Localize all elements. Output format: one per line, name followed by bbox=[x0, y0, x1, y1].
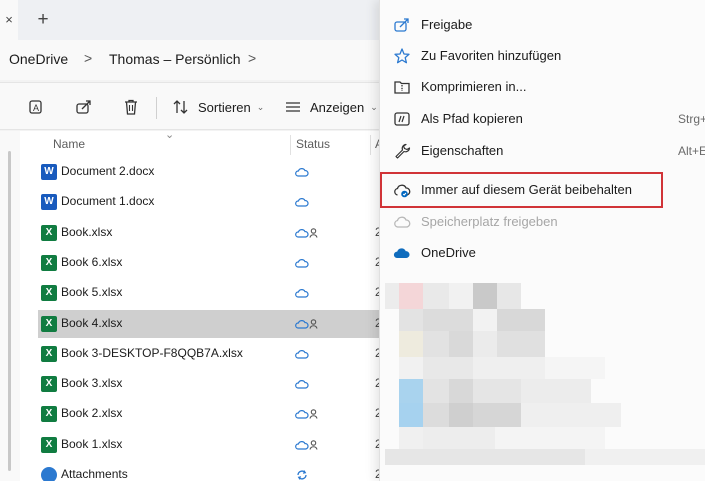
shortcut-text: Alt+E bbox=[678, 144, 705, 158]
cloud-status-icon bbox=[295, 409, 318, 420]
close-tab-button[interactable]: × bbox=[0, 10, 18, 30]
breadcrumb-folder[interactable]: Thomas – Persönlich bbox=[109, 51, 241, 67]
rename-button[interactable]: A bbox=[27, 95, 45, 119]
table-row[interactable]: XBook 2.xlsx2 bbox=[38, 400, 382, 428]
chevron-right-icon[interactable]: > bbox=[248, 50, 256, 66]
cloud-status-icon bbox=[295, 289, 309, 298]
file-name: Book 6.xlsx bbox=[61, 254, 123, 269]
excel-file-icon: X bbox=[41, 345, 57, 362]
cloud-status-icon bbox=[295, 227, 318, 238]
file-name: Attachments bbox=[61, 467, 128, 481]
divider bbox=[156, 97, 157, 119]
table-row[interactable]: XBook 3-DESKTOP-F8QQB7A.xlsx2 bbox=[38, 340, 382, 368]
view-list-icon bbox=[286, 102, 300, 112]
svg-text:A: A bbox=[33, 103, 39, 113]
cloud-status-icon bbox=[295, 198, 309, 207]
file-name: Document 2.docx bbox=[61, 164, 155, 178]
column-header-status[interactable]: Status bbox=[296, 131, 330, 157]
menu-item-add-favorite[interactable]: Zu Favoriten hinzufügen bbox=[380, 41, 705, 71]
menu-item-always-keep[interactable]: Immer auf diesem Gerät beibehalten bbox=[380, 175, 705, 205]
excel-file-icon: X bbox=[41, 285, 57, 302]
cloud-status-icon bbox=[295, 439, 318, 450]
copy-path-icon bbox=[394, 112, 410, 126]
shortcut-text: Strg+ bbox=[678, 112, 705, 126]
menu-item-onedrive[interactable]: OneDrive bbox=[380, 238, 705, 268]
share-button[interactable] bbox=[75, 95, 93, 119]
file-name: Book 3-DESKTOP-F8QQB7A.xlsx bbox=[61, 345, 243, 360]
table-row[interactable]: W Document 2.docx bbox=[38, 158, 380, 186]
cloud-status-icon bbox=[295, 258, 309, 268]
share-icon bbox=[394, 18, 409, 32]
excel-file-icon: X bbox=[41, 376, 57, 393]
trash-icon bbox=[125, 99, 137, 115]
star-icon bbox=[394, 48, 410, 64]
share-icon bbox=[76, 100, 91, 114]
excel-file-icon: X bbox=[41, 224, 57, 241]
attachments-folder-icon bbox=[41, 467, 57, 481]
cloud-status-icon bbox=[295, 349, 309, 359]
file-name: Book 3.xlsx bbox=[61, 376, 123, 391]
sort-icon bbox=[173, 100, 188, 114]
cloud-icon bbox=[394, 216, 411, 228]
column-header-name[interactable]: Name bbox=[53, 131, 85, 157]
file-name: Book 1.xlsx bbox=[61, 436, 123, 451]
chevron-down-icon: ⌄ bbox=[256, 101, 265, 112]
excel-file-icon: X bbox=[41, 254, 57, 271]
table-row[interactable]: XBook 3.xlsx2 bbox=[38, 370, 382, 398]
cloud-status-icon bbox=[295, 380, 309, 389]
table-row[interactable]: XBook 4.xlsx2 bbox=[38, 309, 382, 338]
file-name: Book 5.xlsx bbox=[61, 285, 123, 300]
table-row[interactable]: XBook 1.xlsx2 bbox=[38, 431, 382, 459]
zip-folder-icon bbox=[394, 81, 410, 94]
chevron-right-icon[interactable]: > bbox=[84, 50, 92, 66]
cloud-status-icon bbox=[295, 168, 309, 177]
word-file-icon: W bbox=[41, 164, 57, 180]
file-name: Document 1.docx bbox=[61, 194, 155, 209]
table-row[interactable]: XBook 5.xlsx2 bbox=[38, 279, 382, 307]
breadcrumb-onedrive[interactable]: OneDrive bbox=[9, 51, 68, 67]
menu-item-compress[interactable]: Komprimieren in... bbox=[380, 72, 705, 102]
sort-button[interactable]: Sortieren ⌄ bbox=[172, 95, 264, 119]
delete-button[interactable] bbox=[122, 95, 140, 119]
sync-status-icon bbox=[297, 470, 307, 480]
current-tab[interactable]: × bbox=[0, 0, 18, 40]
table-row[interactable]: W Document 1.docx bbox=[38, 188, 380, 216]
menu-item-share[interactable]: Freigabe bbox=[380, 10, 705, 40]
excel-file-icon: X bbox=[41, 436, 57, 453]
file-name: Book.xlsx bbox=[61, 224, 113, 239]
rename-icon: A bbox=[29, 100, 42, 114]
column-divider[interactable] bbox=[290, 135, 291, 155]
menu-item-copy-path[interactable]: Als Pfad kopieren Strg+ bbox=[380, 104, 705, 134]
menu-item-free-space[interactable]: Speicherplatz freigeben bbox=[380, 207, 705, 237]
onedrive-icon bbox=[393, 248, 410, 258]
sort-caret-icon: ⌄ bbox=[165, 129, 175, 141]
new-tab-button[interactable]: + bbox=[32, 9, 54, 31]
table-row[interactable]: XBook 6.xlsx2 bbox=[38, 249, 382, 277]
table-row[interactable]: XBook.xlsx2 bbox=[38, 219, 382, 247]
scrollbar[interactable] bbox=[8, 151, 11, 471]
cloud-status-icon bbox=[295, 318, 318, 329]
word-file-icon: W bbox=[41, 194, 57, 211]
navigation-pane bbox=[0, 131, 20, 481]
menu-item-properties[interactable]: Eigenschaften Alt+E bbox=[380, 136, 705, 166]
excel-file-icon: X bbox=[41, 406, 57, 423]
chevron-down-icon: ⌄ bbox=[370, 101, 378, 112]
excel-file-icon: X bbox=[41, 315, 57, 332]
file-list: Name ⌄ Status A WDocument 2.docxWDocumen… bbox=[20, 129, 383, 481]
file-name: Book 2.xlsx bbox=[61, 406, 123, 421]
file-name: Book 4.xlsx bbox=[61, 315, 123, 330]
cloud-pin-icon bbox=[394, 184, 411, 198]
column-divider[interactable] bbox=[370, 135, 371, 155]
table-row[interactable]: Attachments2 bbox=[38, 461, 382, 481]
pixelated-region bbox=[385, 283, 705, 473]
wrench-icon bbox=[395, 143, 411, 159]
view-button[interactable]: Anzeigen ⌄ bbox=[284, 95, 378, 119]
